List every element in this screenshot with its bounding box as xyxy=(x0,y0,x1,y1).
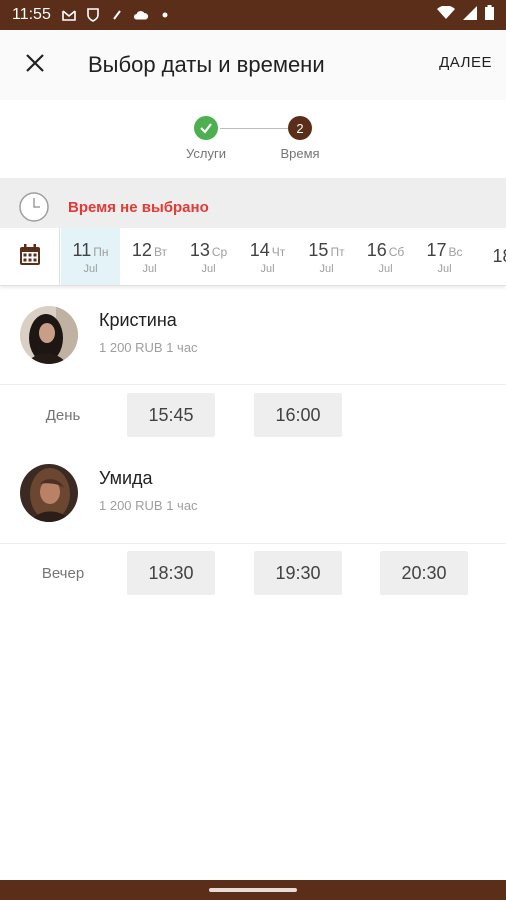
period-label: Вечер xyxy=(41,564,85,582)
next-button[interactable]: ДАЛЕЕ xyxy=(439,54,492,71)
divider xyxy=(0,178,506,186)
day-month: Jul xyxy=(260,262,275,275)
master-price-duration: 1 200 RUB 1 час xyxy=(99,340,198,355)
time-slot[interactable]: 16:00 xyxy=(254,393,342,437)
day-weekday: Сб xyxy=(388,244,405,259)
link-icon xyxy=(109,7,125,23)
day-number: 16 xyxy=(366,239,387,260)
time-slot[interactable]: 18:30 xyxy=(127,551,215,595)
master-name: Кристина xyxy=(99,310,177,330)
cloud-icon xyxy=(133,7,149,23)
check-icon xyxy=(194,116,218,140)
step-label: Услуги xyxy=(186,146,226,161)
day-number: 18 xyxy=(492,245,506,266)
day-weekday: Ср xyxy=(211,244,228,259)
status-bar: 11:55 xyxy=(0,0,506,30)
day-month: Jul xyxy=(437,262,452,275)
master-price-duration: 1 200 RUB 1 час xyxy=(99,498,198,513)
signal-icon xyxy=(463,5,477,25)
day-month: Jul xyxy=(201,262,216,275)
avatar xyxy=(20,464,78,522)
day-number: 13 xyxy=(189,239,210,260)
day-number: 14 xyxy=(249,239,270,260)
page-title: Выбор даты и времени xyxy=(88,52,325,77)
dot-icon xyxy=(157,7,173,23)
step-number: 2 xyxy=(288,116,312,140)
day-item-17[interactable]: 17 Вс Jul xyxy=(415,228,474,285)
date-strip: 11 Пн Jul 12 Вт Jul 13 Ср Jul 14 Чт Jul 15 Пт… xyxy=(0,228,506,286)
day-number: 17 xyxy=(426,239,447,260)
gmail-icon xyxy=(61,7,77,23)
day-item-12[interactable]: 12 Вт Jul xyxy=(120,228,179,285)
system-nav-bar xyxy=(0,880,506,900)
day-item-14[interactable]: 14 Чт Jul xyxy=(238,228,297,285)
day-item-16[interactable]: 16 Сб Jul xyxy=(356,228,415,285)
divider xyxy=(0,384,506,385)
time-status-bar: Время не выбрано xyxy=(0,186,506,228)
day-item-13[interactable]: 13 Ср Jul xyxy=(179,228,238,285)
day-month: Jul xyxy=(142,262,157,275)
day-number: 15 xyxy=(308,239,329,260)
day-weekday: Вт xyxy=(153,244,168,259)
day-item-18[interactable]: 18 xyxy=(474,228,506,285)
time-status-text: Время не выбрано xyxy=(68,198,209,216)
master-name: Умида xyxy=(99,468,153,488)
slots-row: Вечер 18:30 19:30 20:30 xyxy=(0,551,506,607)
time-slot[interactable]: 15:45 xyxy=(127,393,215,437)
time-slot[interactable]: 19:30 xyxy=(254,551,342,595)
day-item-15[interactable]: 15 Пт Jul xyxy=(297,228,356,285)
day-weekday: Пт xyxy=(330,244,345,259)
divider xyxy=(0,543,506,544)
wifi-icon xyxy=(437,4,455,25)
day-weekday: Пн xyxy=(93,244,109,259)
battery-icon xyxy=(485,5,494,25)
slots-row: День 15:45 16:00 xyxy=(0,393,506,449)
day-weekday: Вс xyxy=(448,244,463,259)
shield-icon xyxy=(85,7,101,23)
day-item-11[interactable]: 11 Пн Jul xyxy=(61,228,120,285)
step-services[interactable]: Услуги xyxy=(161,116,251,161)
day-number: 11 xyxy=(72,239,92,260)
step-label: Время xyxy=(280,146,320,161)
close-button[interactable] xyxy=(0,30,70,100)
calendar-button[interactable] xyxy=(0,228,60,285)
day-weekday: Чт xyxy=(271,244,286,259)
period-label: День xyxy=(45,406,81,424)
close-icon xyxy=(25,53,45,78)
day-month: Jul xyxy=(83,262,98,275)
master-card[interactable]: Кристина 1 200 RUB 1 час xyxy=(0,294,506,374)
step-indicator: Услуги 2 Время xyxy=(0,100,506,180)
master-card[interactable]: Умида 1 200 RUB 1 час xyxy=(0,452,506,532)
day-list: 11 Пн Jul 12 Вт Jul 13 Ср Jul 14 Чт Jul 15 Пт… xyxy=(61,228,506,285)
app-bar: Выбор даты и времени ДАЛЕЕ xyxy=(0,30,506,100)
day-month: Jul xyxy=(319,262,334,275)
home-handle[interactable] xyxy=(209,888,297,892)
step-time[interactable]: 2 Время xyxy=(255,116,345,161)
calendar-icon xyxy=(18,243,42,272)
day-number: 12 xyxy=(131,239,152,260)
time-slot[interactable]: 20:30 xyxy=(380,551,468,595)
status-time: 11:55 xyxy=(12,6,51,23)
avatar xyxy=(20,306,78,364)
clock-icon xyxy=(18,191,50,223)
day-month: Jul xyxy=(378,262,393,275)
